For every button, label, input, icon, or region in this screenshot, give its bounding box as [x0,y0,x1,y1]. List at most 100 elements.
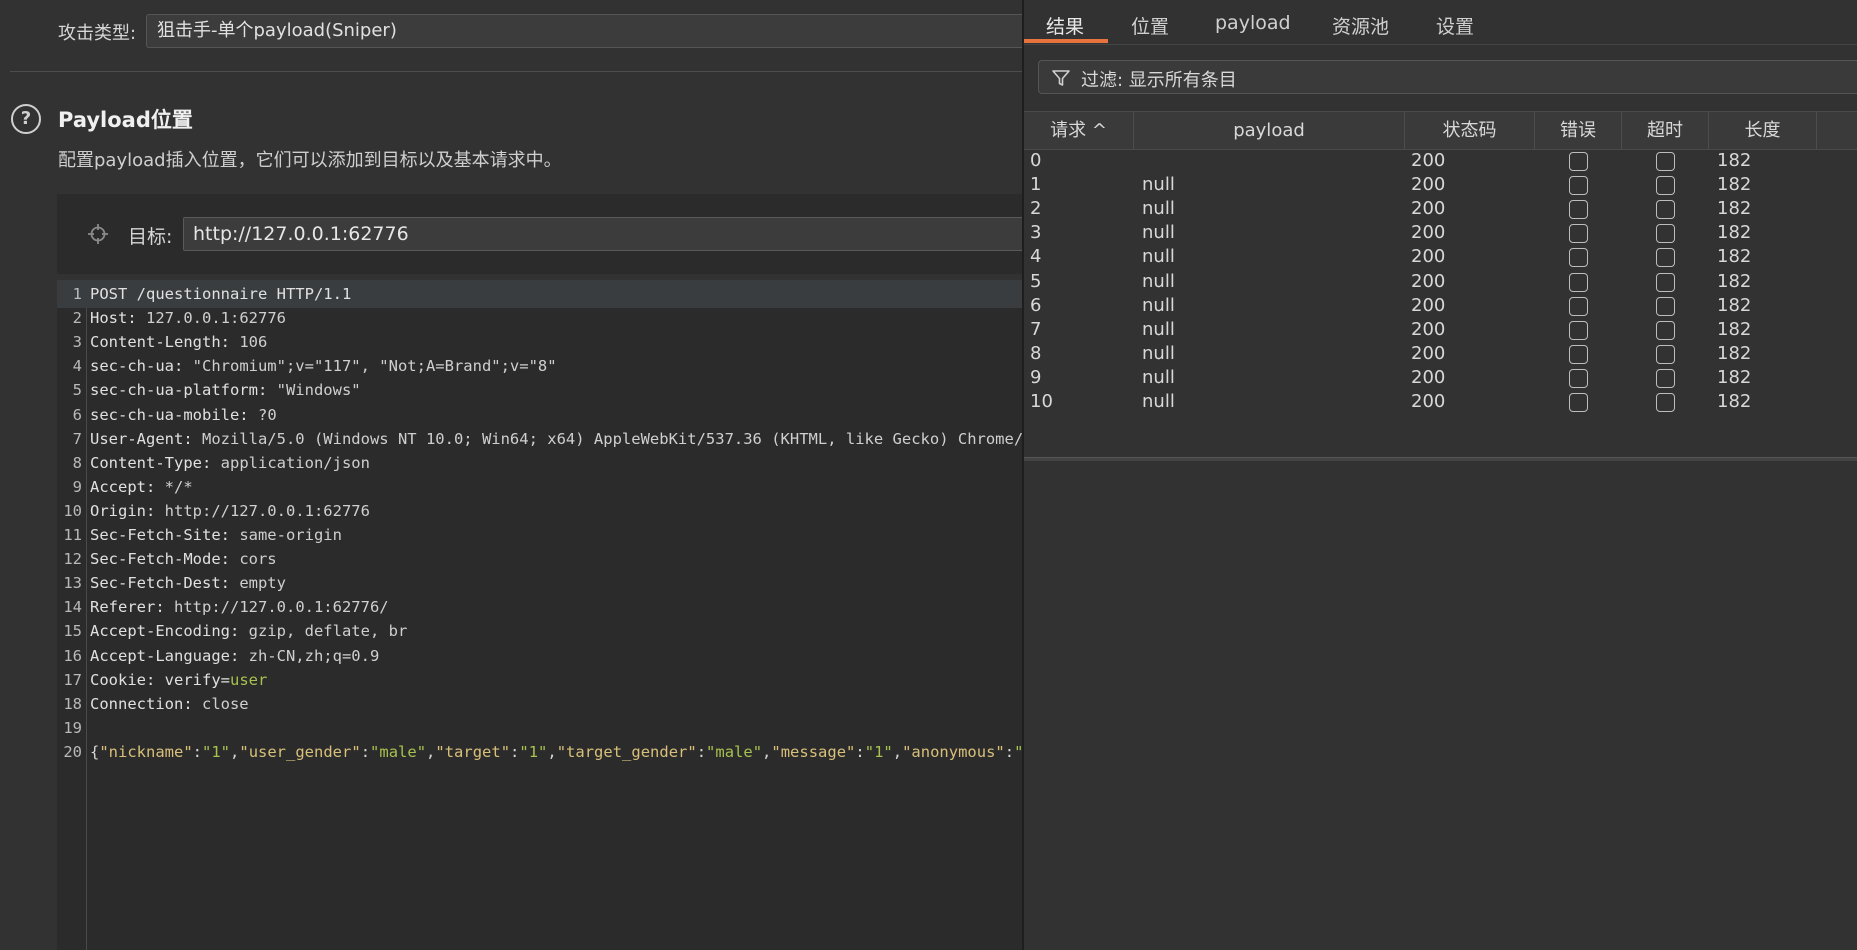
json-value: "1" [864,742,893,761]
filter-bar[interactable]: 过滤: 显示所有条目 [1038,60,1857,94]
timeout-checkbox[interactable] [1656,272,1675,292]
header-name: sec-ch-ua: [90,357,193,376]
header-value: http://127.0.0.1:62776/ [174,598,389,617]
json-value: "true [1014,743,1022,761]
help-icon[interactable]: ? [11,104,41,134]
header-name: Content-Length: [90,333,240,352]
error-checkbox[interactable] [1569,248,1588,268]
timeout-checkbox[interactable] [1656,344,1675,364]
header-value: same-origin [239,526,342,544]
json-punctuation: , [426,742,436,761]
column-header-timeout[interactable]: 超时 [1622,112,1709,149]
header-value: */* [164,477,193,496]
column-header-request[interactable]: 请求 ^ [1024,112,1134,149]
json-value: "1" [202,742,231,761]
column-header-payload[interactable]: payload [1134,112,1405,149]
column-header-error[interactable]: 错误 [1535,112,1622,149]
timeout-checkbox[interactable] [1656,296,1675,316]
column-header-status[interactable]: 状态码 [1405,112,1535,149]
json-value: "male" [370,742,427,761]
header-value: empty [239,574,286,593]
target-bar: 目标: http://127.0.0.1:62776 [57,194,1022,274]
json-punctuation: : [510,742,520,761]
json-punctuation: , [762,742,772,761]
header-name: sec-ch-ua-mobile: [90,405,258,424]
timeout-checkbox[interactable] [1656,200,1675,220]
error-checkbox[interactable] [1569,152,1588,171]
json-key: "target" [435,742,511,761]
cell-payload: null [1142,391,1175,412]
cell-request: 10 [1030,391,1053,412]
timeout-checkbox[interactable] [1656,320,1675,340]
timeout-checkbox[interactable] [1656,393,1675,412]
timeout-checkbox[interactable] [1656,224,1675,244]
header-name: Origin: [90,501,165,520]
error-checkbox[interactable] [1569,344,1588,364]
error-checkbox[interactable] [1569,272,1588,292]
target-url-input[interactable]: http://127.0.0.1:62776 [183,217,1022,251]
json-punctuation: , [230,742,240,761]
tab-results[interactable]: 结果 [1046,12,1084,39]
tab-settings[interactable]: 设置 [1436,12,1474,39]
line-number: 20 [63,742,82,761]
json-key: "user_gender" [239,742,361,761]
cell-status: 200 [1411,391,1446,412]
json-value: "1" [519,742,548,761]
header-value: ?0 [257,405,277,424]
json-punctuation: : [696,742,707,761]
json-body-text: {"nickname":"1","user_gender":"male","ta… [90,738,1022,766]
error-checkbox[interactable] [1569,368,1588,388]
header-name: Sec-Fetch-Site: [90,526,240,544]
header-value: cors [239,550,277,569]
header-value: user [229,670,268,689]
header-name: Sec-Fetch-Dest: [90,574,240,593]
header-value: "Chromium";v="117", "Not;A=Brand";v="8" [192,357,557,376]
json-body-line[interactable]: 20 {"nickname":"1","user_gender":"male","… [57,738,1022,766]
error-checkbox[interactable] [1569,320,1588,340]
filter-icon [1052,70,1070,86]
timeout-checkbox[interactable] [1656,368,1675,388]
tab-payload[interactable]: payload [1215,12,1291,34]
timeout-checkbox[interactable] [1656,152,1675,171]
header-value: zh-CN,zh;q=0.9 [248,646,380,665]
filter-text: 过滤: 显示所有条目 [1081,70,1237,91]
header-value: Mozilla/5.0 (Windows NT 10.0; Win64; x64… [201,429,1022,448]
divider [10,71,1022,72]
header-name: User-Agent: [90,429,202,448]
json-key: "nickname" [99,742,193,761]
header-value: 127.0.0.1:62776 [146,309,286,328]
error-checkbox[interactable] [1569,224,1588,244]
results-panel: 结果 位置 payload 资源池 设置 过滤: 显示所有条目 请求 ^ pay… [1022,0,1857,950]
column-header-length[interactable]: 长度 [1709,112,1817,149]
header-name: Accept: [90,477,165,496]
json-punctuation: , [892,742,903,761]
tab-positions[interactable]: 位置 [1131,12,1169,39]
results-table-header: 请求 ^ payload 状态码 错误 超时 长度 [1024,111,1857,150]
error-checkbox[interactable] [1569,393,1588,412]
header-value: application/json [220,453,370,472]
tab-resource-pool[interactable]: 资源池 [1332,12,1389,39]
attack-config-panel: 攻击类型: 狙击手-单个payload(Sniper) ? Payload位置 … [0,0,1022,950]
target-label: 目标: [128,226,173,248]
request-editor[interactable]: 1 POST /questionnaire HTTP/1.1 2 Host: 127.… [57,280,1022,950]
header-value: http://127.0.0.1:62776 [164,501,370,520]
error-checkbox[interactable] [1569,296,1588,316]
table-row[interactable]: 10 null 200 182 [1024,388,1857,417]
crosshair-icon[interactable] [87,223,109,245]
attack-type-select[interactable]: 狙击手-单个payload(Sniper) [146,14,1022,48]
detail-area [1024,461,1857,950]
json-punctuation: : [360,742,371,761]
error-checkbox[interactable] [1569,200,1588,220]
error-checkbox[interactable] [1569,176,1588,196]
timeout-checkbox[interactable] [1656,176,1675,196]
json-punctuation: : [855,742,865,761]
section-description: 配置payload插入位置，它们可以添加到目标以及基本请求中。 [58,150,562,171]
header-name: Accept-Encoding: [90,622,249,641]
attack-type-label: 攻击类型: [58,23,137,44]
header-value: 106 [239,333,268,352]
json-value: "male" [706,742,763,761]
results-tabs: 结果 位置 payload 资源池 设置 [1024,0,1857,45]
timeout-checkbox[interactable] [1656,248,1675,268]
json-key: "message" [771,742,856,761]
header-name: POST /questionnaire HTTP/1.1 [90,285,352,303]
